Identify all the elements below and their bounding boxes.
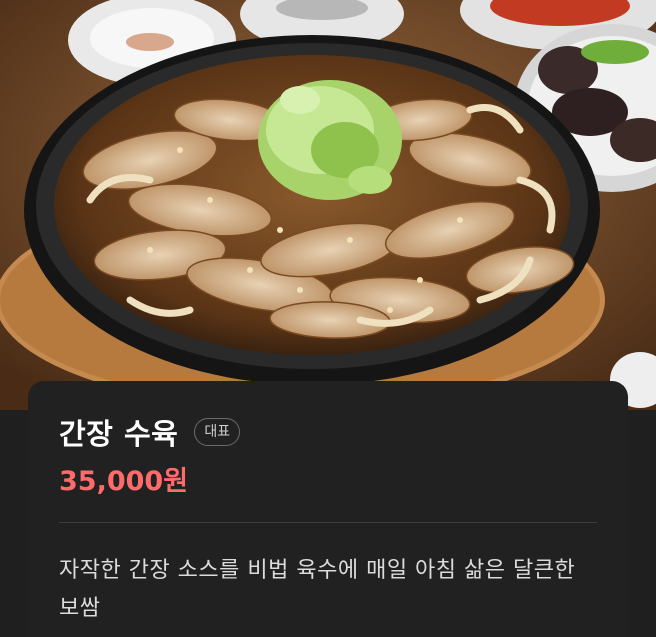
- divider: [59, 522, 597, 523]
- background-left: [0, 410, 28, 637]
- menu-detail-screen: 간장 수육 대표 35,000원 자작한 간장 소스를 비법 육수에 매일 아침…: [0, 0, 656, 637]
- menu-info-sheet: 간장 수육 대표 35,000원 자작한 간장 소스를 비법 육수에 매일 아침…: [28, 381, 628, 637]
- representative-badge: 대표: [194, 418, 241, 446]
- background-right: [628, 410, 656, 637]
- menu-photo: [0, 0, 656, 410]
- menu-description: 자작한 간장 소스를 비법 육수에 매일 아침 삶은 달큰한 보쌈: [59, 558, 576, 621]
- menu-price: 35,000원: [59, 466, 189, 497]
- menu-name: 간장 수육: [59, 417, 179, 451]
- title-row: 간장 수육 대표: [59, 411, 241, 453]
